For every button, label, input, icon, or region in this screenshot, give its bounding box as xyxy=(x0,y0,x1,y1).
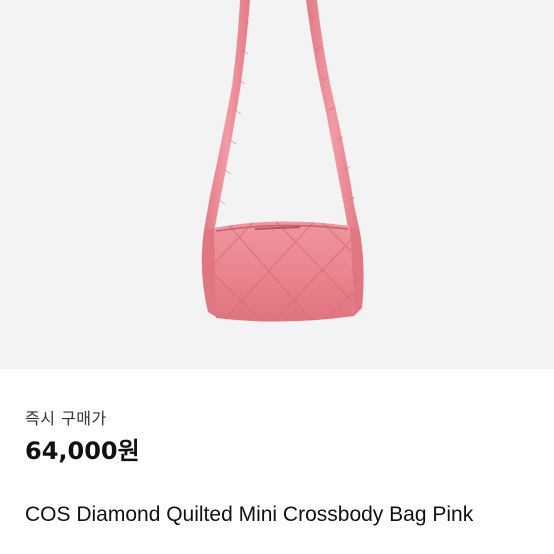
bag-body xyxy=(214,221,354,322)
product-title[interactable]: COS Diamond Quilted Mini Crossbody Bag P… xyxy=(25,501,505,528)
product-price: 64,000원 xyxy=(25,437,140,465)
price-type-label: 즉시 구매가 xyxy=(25,409,107,428)
left-strap xyxy=(204,0,250,232)
product-image[interactable] xyxy=(0,0,554,369)
product-page: 즉시 구매가 64,000원 COS Diamond Quilted Mini … xyxy=(0,0,554,554)
bag-image-icon xyxy=(201,0,364,322)
